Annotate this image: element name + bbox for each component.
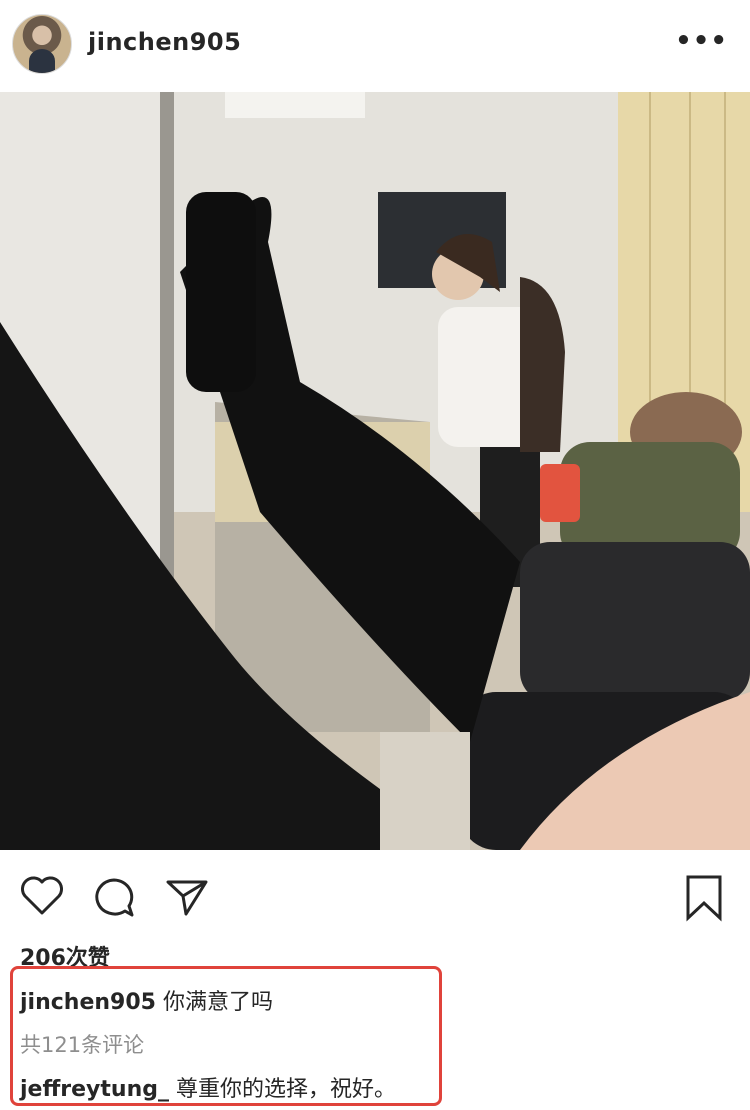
profile-avatar[interactable] (12, 14, 72, 74)
photo-illustration (0, 92, 750, 850)
bookmark-icon[interactable] (684, 874, 724, 922)
paper-plane-icon[interactable] (164, 876, 210, 918)
post-username[interactable]: jinchen905 (88, 28, 241, 56)
top-comment: jeffreytung_ 尊重你的选择，祝好。 (20, 1071, 396, 1103)
comment-bubble-icon[interactable] (92, 876, 136, 918)
caption-text: 你满意了吗 (162, 990, 273, 1015)
post-header: jinchen905 ••• (0, 0, 750, 88)
heart-icon[interactable] (20, 876, 64, 916)
comment-text: 尊重你的选择，祝好。 (175, 1077, 396, 1102)
caption-username[interactable]: jinchen905 (20, 990, 156, 1015)
post-photo[interactable] (0, 92, 750, 850)
view-all-comments-link[interactable]: 共121条评论 (20, 1029, 144, 1059)
action-bar (0, 852, 750, 942)
comment-username[interactable]: jeffreytung_ (20, 1077, 169, 1102)
caption: jinchen905 你满意了吗 (20, 984, 273, 1016)
more-options-icon[interactable]: ••• (675, 26, 728, 56)
